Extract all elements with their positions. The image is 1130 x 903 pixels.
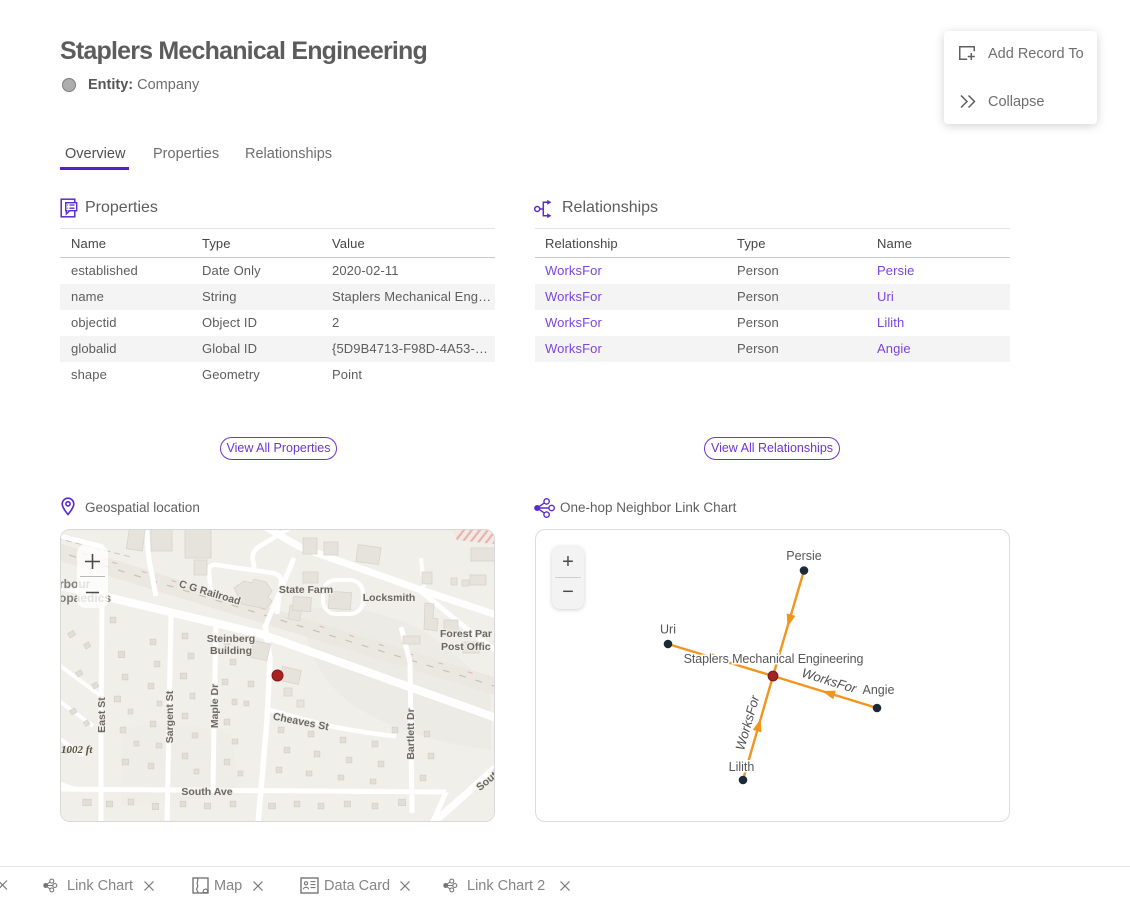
svg-text:Angie: Angie [863,683,895,697]
svg-text:Sargent St: Sargent St [164,690,176,743]
svg-text:Uri: Uri [660,623,676,637]
svg-text:South Ave: South Ave [181,786,232,798]
svg-text:East St: East St [96,697,108,733]
svg-text:Forest Par: Forest Par [440,628,492,640]
svg-text:Staplers Mechanical Engineerin: Staplers Mechanical Engineering [684,652,864,666]
svg-text:Building: Building [210,645,252,657]
svg-text:1002 ft: 1002 ft [61,744,93,756]
svg-text:State Farm: State Farm [279,584,333,596]
svg-text:Steinberg: Steinberg [207,633,255,645]
svg-text:Persie: Persie [786,549,821,563]
svg-text:Lilith: Lilith [729,760,755,774]
svg-text:Post Offic: Post Offic [441,641,491,653]
svg-text:Locksmith: Locksmith [363,592,416,604]
svg-text:Maple Dr: Maple Dr [209,684,221,728]
svg-text:Bartlett Dr: Bartlett Dr [405,708,417,759]
